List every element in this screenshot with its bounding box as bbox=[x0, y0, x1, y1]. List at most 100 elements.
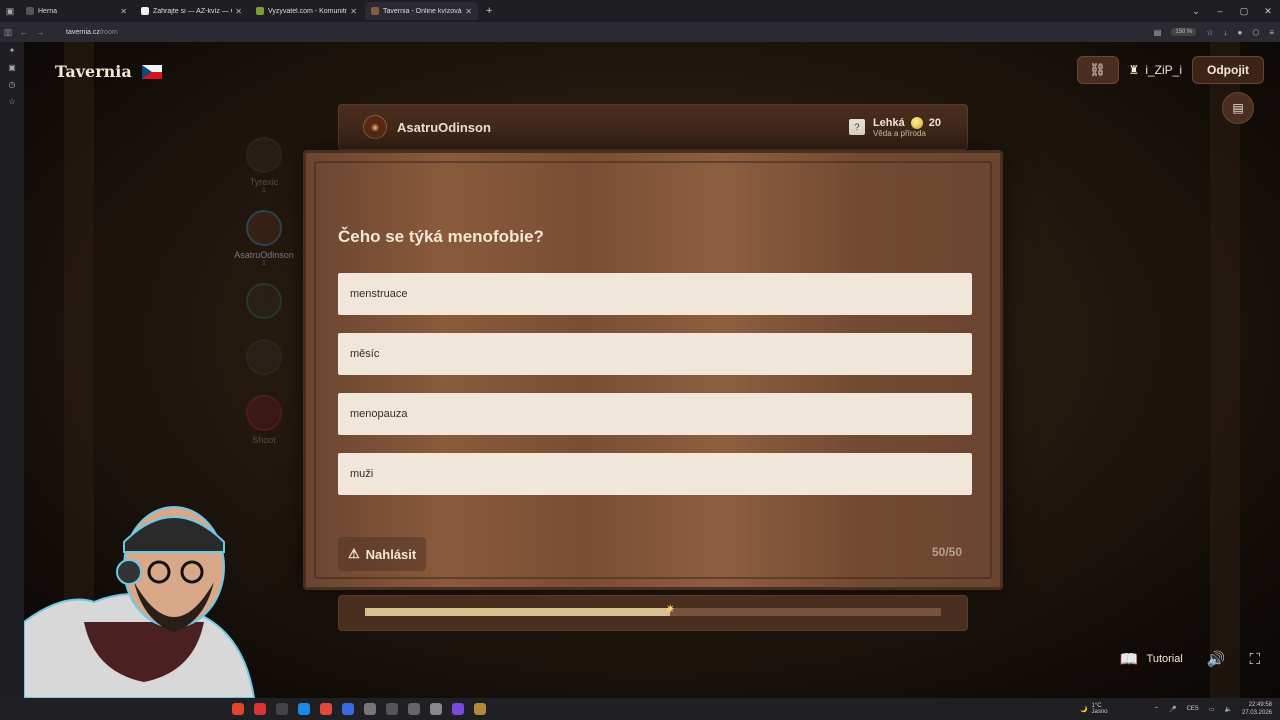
close-tab-icon[interactable]: ✕ bbox=[350, 7, 357, 16]
answer-option[interactable]: menopauza bbox=[338, 393, 972, 435]
close-tab-icon[interactable]: ✕ bbox=[465, 7, 472, 16]
answer-option[interactable]: muži bbox=[338, 453, 972, 495]
user-profile[interactable]: ♜ i_ZiP_i bbox=[1129, 63, 1182, 77]
chat-icon: ▤ bbox=[1232, 101, 1244, 115]
difficulty-label: Lehká bbox=[872, 116, 905, 129]
network-icon[interactable]: ▭ bbox=[1209, 706, 1215, 713]
sync-icon[interactable]: ▣ bbox=[8, 63, 16, 72]
minimize-icon[interactable]: – bbox=[1208, 6, 1232, 16]
close-tab-icon[interactable]: ✕ bbox=[235, 7, 242, 16]
tab-label: Zahrajte si — AZ-kvíz — Český bbox=[153, 7, 232, 15]
brand[interactable]: Tavernia bbox=[55, 62, 162, 81]
sidebar-toggle-icon[interactable]: ▥ bbox=[0, 27, 16, 38]
question-text: Čeho se týká menofobie? bbox=[338, 227, 544, 246]
system-tray: ⌃ 🎤 CES ▭ 🔈 22:49:58 27.03.2026 bbox=[1154, 701, 1272, 717]
question-counter: 50/50 bbox=[931, 545, 962, 559]
browser-sidebar: ✦ ▣ ◷ ☆ bbox=[0, 42, 24, 698]
address-bar[interactable]: tavernia.cz/room bbox=[66, 29, 118, 36]
tab-favicon-icon bbox=[371, 7, 379, 15]
fullscreen-icon[interactable]: ⛶ bbox=[1249, 651, 1260, 668]
edge-icon[interactable] bbox=[298, 703, 310, 715]
app-icon[interactable] bbox=[342, 703, 354, 715]
brand-name: Tavernia bbox=[55, 62, 132, 81]
maximize-icon[interactable]: ▢ bbox=[1232, 6, 1256, 17]
player-avatar bbox=[246, 283, 282, 319]
mic-icon[interactable]: 🎤 bbox=[1169, 706, 1176, 713]
chat-button[interactable]: ▤ bbox=[1222, 92, 1254, 124]
tab-az-kviz[interactable]: Zahrajte si — AZ-kvíz — Český ✕ bbox=[135, 2, 248, 20]
time-text: 22:49:58 bbox=[1248, 702, 1272, 708]
menu-icon[interactable]: ≡ bbox=[1269, 28, 1274, 37]
player-avatar bbox=[246, 339, 282, 375]
reader-icon[interactable]: ▤ bbox=[1154, 28, 1162, 37]
account-icon[interactable]: ● bbox=[1238, 28, 1243, 37]
app-icon[interactable] bbox=[364, 703, 376, 715]
tab-vyzyvatel[interactable]: Vyzyvatel.com - Komunitní věd ✕ bbox=[250, 2, 363, 20]
timer-track: ✷ bbox=[365, 602, 941, 616]
bookmarks-icon[interactable]: ☆ bbox=[8, 97, 15, 106]
taskbar-apps bbox=[232, 703, 486, 715]
downloads-icon[interactable]: ↓ bbox=[1224, 28, 1228, 37]
app-icon[interactable] bbox=[386, 703, 398, 715]
tutorial-label: Tutorial bbox=[1146, 653, 1183, 665]
game-page: Tavernia ⛓ ♜ i_ZiP_i Odpojit ▤ Tyrexic 1… bbox=[24, 42, 1280, 698]
history-icon[interactable]: ◷ bbox=[9, 80, 16, 89]
language-indicator[interactable]: CES bbox=[1186, 706, 1198, 712]
player-list: Tyrexic 1 AsatruOdinson 1 Shoot bbox=[214, 137, 314, 461]
new-tab-icon[interactable]: + bbox=[480, 5, 498, 17]
ai-icon[interactable]: ✦ bbox=[9, 46, 16, 55]
answer-option[interactable]: menstruace bbox=[338, 273, 972, 315]
current-player-avatar: ◉ bbox=[363, 115, 387, 139]
firefox-icon[interactable] bbox=[232, 703, 244, 715]
forward-icon[interactable]: → bbox=[32, 27, 48, 37]
app-icon[interactable] bbox=[254, 703, 266, 715]
tab-list-icon[interactable]: ⌄ bbox=[1184, 6, 1208, 17]
app-icon[interactable] bbox=[430, 703, 442, 715]
top-right-controls: ⛓ ♜ i_ZiP_i Odpojit bbox=[1076, 56, 1264, 84]
bottom-tools: 📖 Tutorial 🔊 ⛶ bbox=[1120, 650, 1260, 669]
url-host: tavernia.cz bbox=[66, 28, 100, 36]
extensions-icon[interactable]: ⬡ bbox=[1252, 28, 1259, 37]
spark-icon: ✷ bbox=[665, 602, 676, 616]
window-menu-icon[interactable]: ▣ bbox=[0, 6, 20, 17]
tray-arrow-icon[interactable]: ⌃ bbox=[1154, 706, 1159, 713]
app-icon[interactable] bbox=[276, 703, 288, 715]
bookmark-star-icon[interactable]: ☆ bbox=[1206, 28, 1213, 37]
tutorial-button[interactable]: 📖 Tutorial bbox=[1120, 650, 1183, 668]
timer-board: ✷ bbox=[338, 595, 968, 631]
speaker-icon[interactable]: 🔈 bbox=[1224, 706, 1231, 713]
report-label: Nahlásit bbox=[365, 546, 417, 562]
os-taskbar: 🌙 1°C Jasno ⌃ 🎤 CES ▭ 🔈 22:49:58 27.03.2… bbox=[0, 698, 1280, 720]
weather-widget[interactable]: 🌙 1°C Jasno bbox=[1080, 703, 1108, 715]
moon-icon: 🌙 bbox=[1080, 706, 1088, 713]
player-item bbox=[214, 283, 314, 323]
player-name: Tyrexic bbox=[249, 177, 279, 187]
disconnect-button[interactable]: Odpojit bbox=[1192, 56, 1264, 84]
answer-option[interactable]: měsíc bbox=[338, 333, 972, 375]
difficulty-info: ? Lehká 20 Věda a příroda bbox=[848, 116, 941, 138]
volume-icon[interactable]: 🔊 bbox=[1207, 650, 1226, 668]
app-icon[interactable] bbox=[408, 703, 420, 715]
tab-favicon-icon bbox=[141, 7, 149, 15]
date-text: 27.03.2026 bbox=[1241, 710, 1272, 716]
close-window-icon[interactable]: ✕ bbox=[1256, 6, 1280, 17]
app-icon[interactable] bbox=[320, 703, 332, 715]
timer-fill bbox=[365, 608, 671, 616]
zoom-level[interactable]: 150 % bbox=[1171, 28, 1197, 36]
copy-link-button[interactable]: ⛓ bbox=[1076, 56, 1119, 84]
player-name: AsatruOdinson bbox=[234, 250, 294, 260]
player-avatar bbox=[246, 210, 282, 246]
category-label: Věda a příroda bbox=[872, 128, 926, 138]
question-board: Čeho se týká menofobie? menstruace měsíc… bbox=[303, 150, 1003, 590]
back-icon[interactable]: ← bbox=[16, 27, 32, 37]
tab-herna[interactable]: Herna ✕ bbox=[20, 2, 133, 20]
tab-favicon-icon bbox=[256, 7, 264, 15]
report-button[interactable]: ⚠ Nahlásit bbox=[338, 537, 427, 571]
app-icon[interactable] bbox=[452, 703, 464, 715]
close-tab-icon[interactable]: ✕ bbox=[120, 7, 127, 16]
clock[interactable]: 22:49:58 27.03.2026 bbox=[1242, 701, 1272, 717]
window-controls: ⌄ – ▢ ✕ bbox=[1184, 0, 1280, 22]
app-icon[interactable] bbox=[474, 703, 486, 715]
tab-tavernia[interactable]: Tavernia - Online kvízová h ✕ bbox=[365, 2, 478, 20]
scroll-icon: ? bbox=[848, 119, 865, 135]
